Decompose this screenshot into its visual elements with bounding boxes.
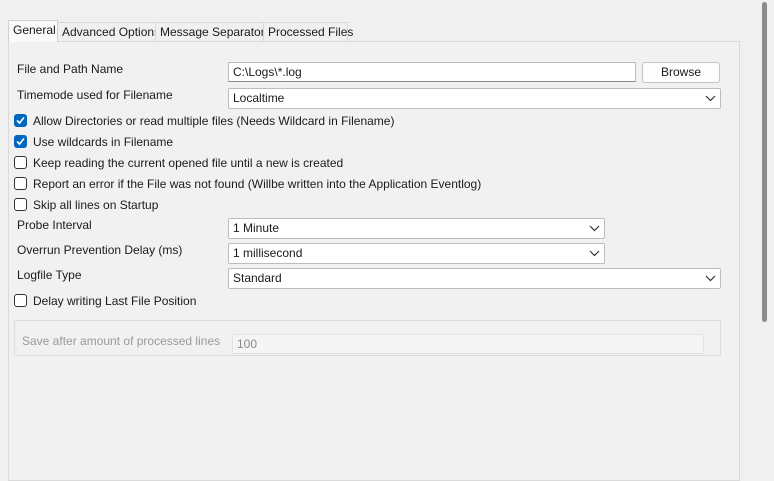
save-after-label: Save after amount of processed lines — [22, 334, 221, 348]
probe-interval-value: 1 Minute — [233, 221, 280, 235]
tab-message-separators[interactable]: Message Separators — [155, 22, 271, 41]
report-error-checkbox[interactable] — [14, 177, 27, 190]
tab-general[interactable]: General — [8, 20, 58, 42]
vertical-scrollbar[interactable] — [755, 0, 774, 470]
tab-processed-files[interactable]: Processed Files — [263, 22, 353, 41]
allow-directories-checkbox[interactable] — [14, 114, 27, 127]
browse-button[interactable]: Browse — [642, 62, 720, 83]
overrun-delay-value: 1 millisecond — [233, 246, 303, 260]
delay-writing-label[interactable]: Delay writing Last File Position — [33, 294, 196, 308]
tab-advanced-options[interactable]: Advanced Options — [57, 22, 160, 41]
timemode-select[interactable]: Localtime — [228, 88, 721, 109]
logfile-type-value: Standard — [233, 271, 282, 285]
timemode-value: Localtime — [233, 91, 285, 105]
use-wildcards-checkbox[interactable] — [14, 135, 27, 148]
overrun-delay-label: Overrun Prevention Delay (ms) — [17, 243, 183, 257]
timemode-label: Timemode used for Filename — [17, 88, 173, 102]
allow-directories-label[interactable]: Allow Directories or read multiple files… — [33, 114, 394, 128]
skip-lines-label[interactable]: Skip all lines on Startup — [33, 198, 158, 212]
save-after-input[interactable]: 100 — [232, 334, 704, 354]
probe-interval-select[interactable]: 1 Minute — [228, 218, 605, 239]
chevron-down-icon — [705, 95, 716, 102]
report-error-label[interactable]: Report an error if the File was not foun… — [33, 177, 481, 191]
skip-lines-checkbox[interactable] — [14, 198, 27, 211]
checkmark-icon — [16, 116, 25, 125]
probe-interval-label: Probe Interval — [17, 218, 92, 232]
keep-reading-checkbox[interactable] — [14, 156, 27, 169]
checkmark-icon — [16, 137, 25, 146]
overrun-delay-select[interactable]: 1 millisecond — [228, 243, 605, 264]
tab-strip: General Advanced Options Message Separat… — [8, 20, 748, 42]
delay-writing-checkbox[interactable] — [14, 294, 27, 307]
file-path-input[interactable]: C:\Logs\*.log — [228, 62, 636, 82]
use-wildcards-label[interactable]: Use wildcards in Filename — [33, 135, 173, 149]
file-path-label: File and Path Name — [17, 62, 124, 76]
chevron-down-icon — [589, 250, 600, 257]
keep-reading-label[interactable]: Keep reading the current opened file unt… — [33, 156, 343, 170]
logfile-type-select[interactable]: Standard — [228, 268, 721, 289]
chevron-down-icon — [705, 275, 716, 282]
scrollbar-thumb[interactable] — [762, 2, 767, 322]
logfile-type-label: Logfile Type — [17, 268, 82, 282]
chevron-down-icon — [589, 225, 600, 232]
